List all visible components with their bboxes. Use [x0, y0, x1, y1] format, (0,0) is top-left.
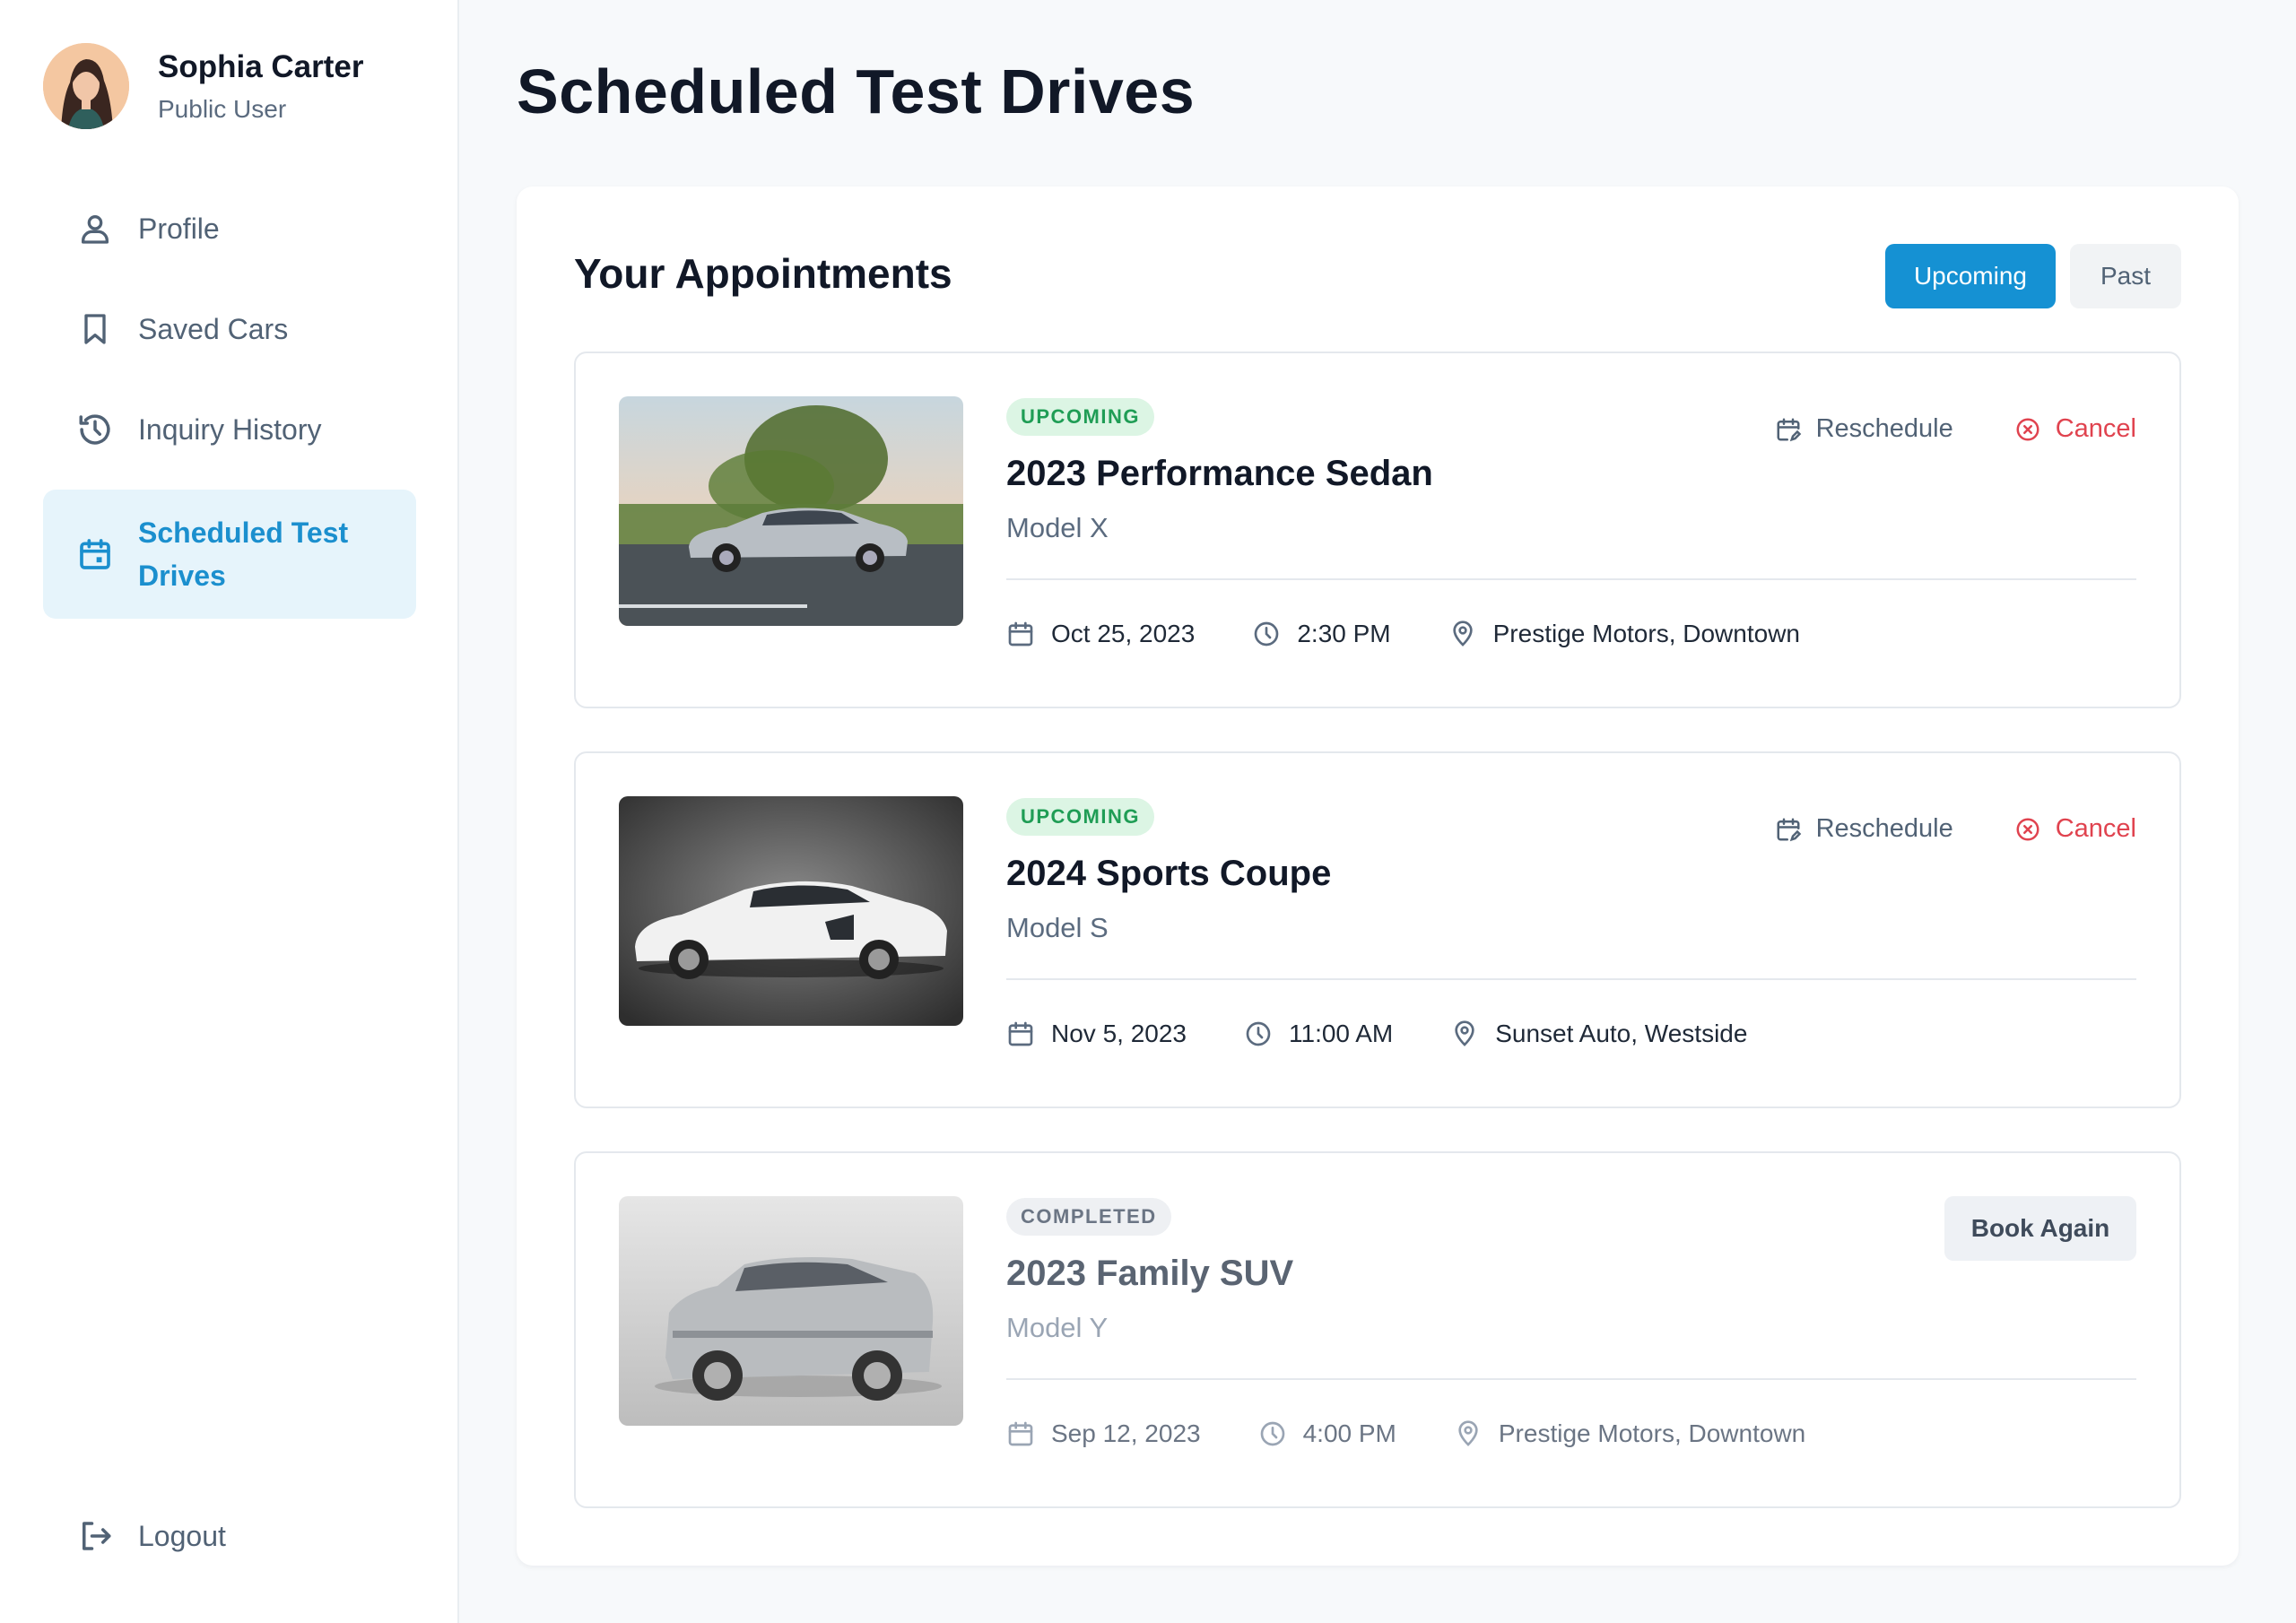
appointment-location: Prestige Motors, Downtown — [1492, 620, 1800, 647]
sidebar-item-profile[interactable]: Profile — [43, 188, 416, 269]
cancel-label: Cancel — [2055, 414, 2136, 443]
appointment-date: Oct 25, 2023 — [1051, 620, 1196, 647]
logout-icon — [75, 1516, 115, 1556]
history-icon — [75, 410, 115, 449]
calendar-icon — [1008, 621, 1033, 647]
bookmark-icon — [75, 309, 115, 349]
clock-icon — [1260, 1421, 1284, 1446]
sidebar: Sophia Carter Public User Profile Saved … — [0, 0, 459, 1623]
panel-title: Your Appointments — [574, 250, 952, 297]
cancel-label: Cancel — [2055, 814, 2136, 843]
logout-label: Logout — [138, 1520, 226, 1552]
appointment-location: Prestige Motors, Downtown — [1498, 1419, 1806, 1447]
appointments-panel: Your Appointments Upcoming Past UPCOMING… — [517, 187, 2239, 1566]
book-again-button[interactable]: Book Again — [1944, 1196, 2136, 1261]
filter-tabs: Upcoming Past — [1884, 244, 2181, 308]
card-actions: Reschedule Cancel — [1775, 814, 2136, 844]
location-pin-icon — [1458, 1420, 1478, 1446]
calendar-icon — [75, 534, 115, 574]
tab-past[interactable]: Past — [2070, 244, 2181, 308]
appointment-time: 4:00 PM — [1302, 1419, 1396, 1447]
appointment-card: COMPLETED 2023 Family SUV Model Y Sep 12… — [574, 1151, 2181, 1508]
car-image — [619, 796, 963, 1026]
appointment-date: Nov 5, 2023 — [1051, 1020, 1187, 1047]
avatar[interactable] — [43, 43, 129, 129]
user-block: Sophia Carter Public User — [43, 43, 364, 129]
car-image — [619, 1196, 963, 1426]
location-pin-icon — [1455, 1020, 1474, 1046]
sidebar-item-label: Profile — [138, 213, 220, 245]
divider — [1006, 1378, 2136, 1380]
sidebar-item-label: Inquiry History — [138, 413, 322, 446]
logout-button[interactable]: Logout — [43, 1496, 416, 1576]
appointment-meta: Oct 25, 2023 2:30 PM Prestige Motors, Do… — [1006, 620, 2136, 648]
sidebar-item-scheduled-test-drives[interactable]: Scheduled Test Drives — [43, 490, 416, 619]
tab-upcoming[interactable]: Upcoming — [1884, 244, 2056, 308]
page-title: Scheduled Test Drives — [517, 56, 1196, 126]
appointment-location: Sunset Auto, Westside — [1495, 1020, 1748, 1047]
cancel-button[interactable]: Cancel — [2014, 814, 2136, 844]
calendar-edit-icon — [1777, 418, 1801, 441]
cancel-button[interactable]: Cancel — [2014, 414, 2136, 444]
car-model: Model S — [1006, 912, 1109, 943]
status-badge: UPCOMING — [1006, 398, 1154, 436]
car-title: 2023 Performance Sedan — [1006, 454, 1433, 493]
card-actions: Reschedule Cancel — [1775, 414, 2136, 444]
user-name: Sophia Carter — [158, 49, 364, 84]
sidebar-item-label: Scheduled Test Drives — [138, 516, 349, 592]
reschedule-button[interactable]: Reschedule — [1775, 414, 1953, 444]
car-title: 2024 Sports Coupe — [1006, 854, 1332, 893]
status-badge: COMPLETED — [1006, 1198, 1171, 1236]
calendar-icon — [1008, 1421, 1033, 1446]
user-icon — [75, 209, 115, 248]
clock-icon — [1255, 621, 1279, 647]
cancel-circle-icon — [2016, 818, 2039, 840]
car-image — [619, 396, 963, 626]
appointment-time: 2:30 PM — [1297, 620, 1391, 647]
cancel-circle-icon — [2016, 418, 2039, 440]
sidebar-item-saved-cars[interactable]: Saved Cars — [43, 289, 416, 369]
calendar-edit-icon — [1777, 818, 1801, 841]
car-model: Model Y — [1006, 1312, 1109, 1343]
sidebar-item-inquiry-history[interactable]: Inquiry History — [43, 389, 416, 470]
status-badge: UPCOMING — [1006, 798, 1154, 836]
reschedule-label: Reschedule — [1815, 814, 1953, 843]
sidebar-item-label: Saved Cars — [138, 313, 289, 345]
appointment-time: 11:00 AM — [1289, 1020, 1394, 1047]
clock-icon — [1246, 1021, 1271, 1046]
divider — [1006, 578, 2136, 580]
location-pin-icon — [1452, 621, 1473, 647]
reschedule-button[interactable]: Reschedule — [1775, 814, 1953, 844]
divider — [1006, 978, 2136, 980]
appointment-meta: Sep 12, 2023 4:00 PM Prestige Motors, Do… — [1006, 1419, 2136, 1448]
sidebar-nav: Profile Saved Cars Inquiry History Sched… — [43, 188, 416, 638]
user-role: Public User — [158, 95, 287, 123]
appointment-date: Sep 12, 2023 — [1051, 1419, 1201, 1447]
reschedule-label: Reschedule — [1815, 414, 1953, 443]
appointment-card: UPCOMING 2023 Performance Sedan Model X … — [574, 352, 2181, 708]
car-model: Model X — [1006, 512, 1109, 543]
appointment-card: UPCOMING 2024 Sports Coupe Model S Nov 5… — [574, 751, 2181, 1108]
appointment-meta: Nov 5, 2023 11:00 AM Sunset Auto, Westsi… — [1006, 1020, 2136, 1048]
calendar-icon — [1008, 1021, 1033, 1046]
